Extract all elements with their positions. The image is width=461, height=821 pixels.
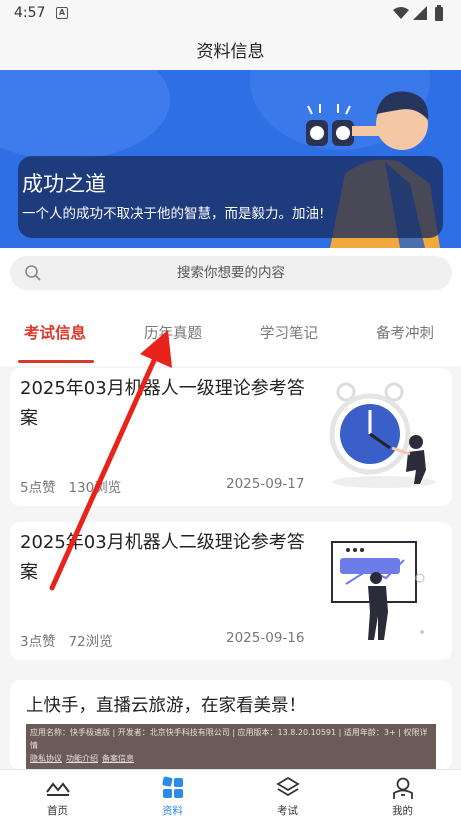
search-icon bbox=[25, 265, 41, 281]
banner[interactable]: 成功之道 一个人的成功不取决于他的智慧，而是毅力。加油! bbox=[0, 70, 461, 248]
nav-home[interactable]: 首页 bbox=[0, 770, 115, 821]
clock-illustration bbox=[328, 374, 440, 492]
view-count: 72浏览 bbox=[68, 634, 113, 650]
active-tab-indicator bbox=[18, 360, 94, 363]
tab-exam-sprint[interactable]: 备考冲刺 bbox=[376, 322, 434, 343]
nav-profile-label: 我的 bbox=[392, 805, 413, 817]
system-icons bbox=[393, 5, 443, 21]
grid-icon bbox=[162, 776, 183, 798]
signal-icon bbox=[413, 6, 427, 20]
home-icon bbox=[46, 782, 70, 796]
search-input[interactable] bbox=[50, 256, 412, 290]
category-tabs: 考试信息 历年真题 学习笔记 备考冲刺 bbox=[0, 300, 461, 366]
status-time: 4:57 bbox=[14, 5, 46, 21]
ad-title[interactable]: 上快手，直播云旅游，在家看美景！ bbox=[26, 692, 306, 717]
nav-materials[interactable]: 资料 bbox=[115, 770, 230, 821]
nav-home-label: 首页 bbox=[47, 805, 68, 817]
article-title[interactable]: 2025年03月机器人一级理论参考答案 bbox=[20, 374, 310, 434]
user-icon bbox=[393, 777, 413, 799]
article-card[interactable]: 2025年03月机器人二级理论参考答案 3点赞 72浏览 2025-09-16 bbox=[10, 522, 452, 660]
tab-exam-info[interactable]: 考试信息 bbox=[24, 321, 86, 343]
ad-features-link[interactable]: 功能介绍 bbox=[66, 754, 98, 763]
ad-card[interactable]: 上快手，直播云旅游，在家看美景！ 应用名称：快手极速版 | 开发者：北京快手科技… bbox=[10, 680, 452, 770]
presentation-illustration bbox=[328, 528, 440, 646]
page-title: 资料信息 bbox=[196, 42, 265, 62]
like-count: 3点赞 bbox=[20, 634, 56, 650]
nav-materials-label: 资料 bbox=[162, 805, 183, 817]
search-bar[interactable] bbox=[10, 256, 452, 290]
layers-icon bbox=[276, 776, 300, 797]
banner-title: 成功之道 bbox=[22, 172, 106, 196]
tab-past-papers[interactable]: 历年真题 bbox=[144, 322, 202, 343]
nav-exam-label: 考试 bbox=[277, 805, 298, 817]
ad-image[interactable]: 应用名称：快手极速版 | 开发者：北京快手科技有限公司 | 应用版本：13.8.… bbox=[26, 724, 436, 770]
ad-info-line: 应用名称：快手极速版 | 开发者：北京快手科技有限公司 | 应用版本：13.8.… bbox=[30, 728, 428, 750]
wifi-icon bbox=[393, 7, 409, 19]
tab-study-notes[interactable]: 学习笔记 bbox=[260, 322, 318, 343]
battery-icon bbox=[435, 7, 443, 21]
article-title[interactable]: 2025年03月机器人二级理论参考答案 bbox=[20, 528, 310, 588]
nav-profile[interactable]: 我的 bbox=[345, 770, 460, 821]
notification-icon: A bbox=[56, 7, 68, 19]
banner-subtitle: 一个人的成功不取决于他的智慧，而是毅力。加油! bbox=[22, 206, 325, 222]
article-date: 2025-09-17 bbox=[226, 476, 305, 492]
view-count: 130浏览 bbox=[68, 480, 122, 496]
ad-app-info: 应用名称：快手极速版 | 开发者：北京快手科技有限公司 | 应用版本：13.8.… bbox=[30, 726, 434, 765]
article-stats: 5点赞 130浏览 bbox=[20, 476, 121, 496]
title-bar: 资料信息 bbox=[0, 28, 461, 70]
article-card[interactable]: 2025年03月机器人一级理论参考答案 5点赞 130浏览 2025-09-17 bbox=[10, 368, 452, 506]
article-stats: 3点赞 72浏览 bbox=[20, 630, 113, 650]
search-section bbox=[0, 248, 461, 300]
ad-privacy-link[interactable]: 隐私协议 bbox=[30, 754, 62, 763]
nav-exam[interactable]: 考试 bbox=[230, 770, 345, 821]
ad-filing-link[interactable]: 备案信息 bbox=[102, 754, 134, 763]
status-bar: 4:57 A bbox=[0, 0, 461, 28]
banner-decoration bbox=[0, 70, 170, 160]
bottom-nav: 首页 资料 考试 我的 bbox=[0, 769, 461, 821]
article-date: 2025-09-16 bbox=[226, 630, 305, 646]
like-count: 5点赞 bbox=[20, 480, 56, 496]
